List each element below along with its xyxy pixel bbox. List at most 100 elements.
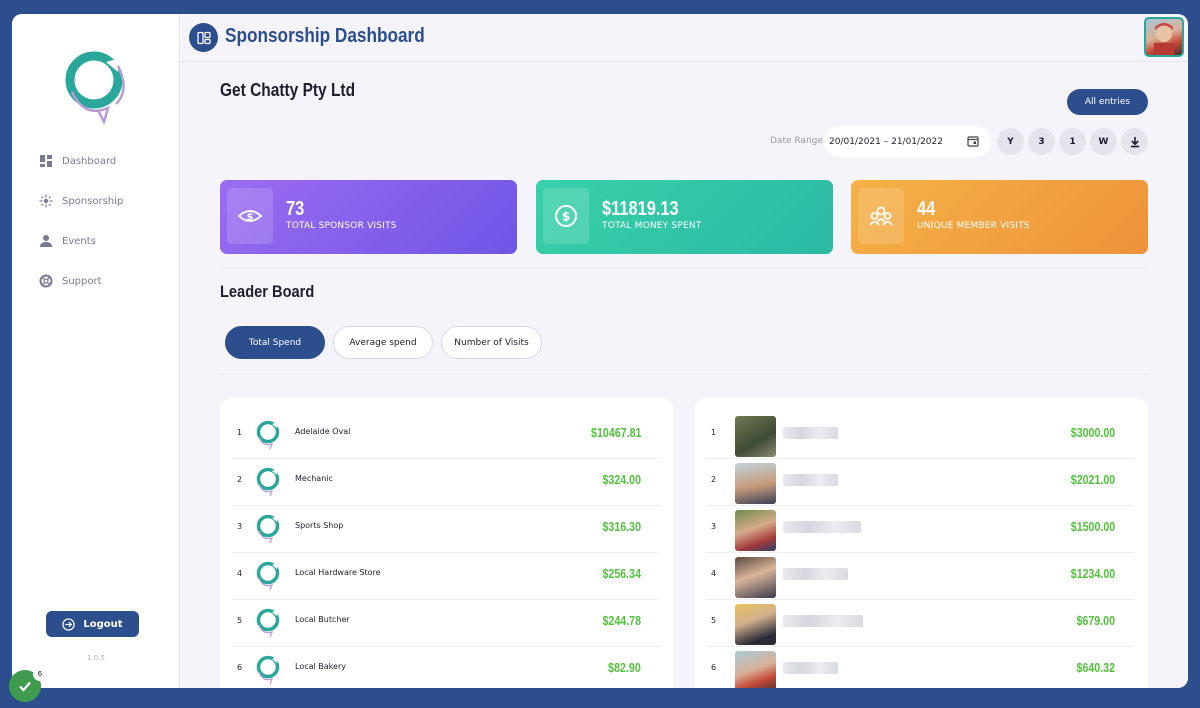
sponsor-name: Mechanic [295,474,333,483]
range-3-months-button[interactable]: 3 [1028,128,1055,155]
tab-total-spend[interactable]: Total Spend [225,326,325,359]
user-avatar[interactable] [1144,17,1184,57]
rank-number: 4 [237,569,243,578]
spend-amount: $82.90 [608,660,641,675]
member-name-redacted [783,662,838,674]
dashboard-toggle-icon[interactable] [189,23,218,52]
rank-number: 3 [711,522,717,531]
check-icon [19,681,31,692]
member-name-redacted [783,615,863,627]
tab-number-of-visits[interactable]: Number of Visits [441,326,542,359]
spend-amount: $10467.81 [590,425,641,440]
stat-card-sponsor-visits: $ 73 TOTAL SPONSOR VISITS [220,180,517,254]
rank-number: 4 [711,569,717,578]
logout-button[interactable]: Logout [46,611,139,637]
list-item[interactable]: 5 $679.00 [706,600,1134,647]
stat-value: 73 [286,198,305,220]
rank-number: 6 [711,663,717,672]
logout-label: Logout [83,618,123,630]
sidebar-item-label: Sponsorship [62,195,124,207]
range-week-button[interactable]: W [1090,128,1117,155]
stat-value: 44 [917,198,936,220]
sidebar: Dashboard Sponsorship Events Support Log… [12,14,180,688]
list-item[interactable]: 6 Local Bakery $82.90 [232,647,660,688]
stat-card-member-visits: 44 UNIQUE MEMBER VISITS [851,180,1148,254]
sponsor-logo [256,608,280,638]
eye-dollar-icon: $ [227,188,273,244]
download-button[interactable] [1121,128,1148,155]
sponsor-name: Local Hardware Store [295,568,381,577]
range-year-button[interactable]: Y [997,128,1024,155]
stat-label: TOTAL MONEY SPENT [602,221,702,231]
stat-value: $11819.13 [602,198,679,220]
sidebar-item-sponsorship[interactable]: Sponsorship [39,194,123,208]
all-entries-button[interactable]: All entries [1067,89,1148,115]
stat-card-money-spent: $ $11819.13 TOTAL MONEY SPENT [536,180,833,254]
rank-number: 6 [237,663,243,672]
notification-count: 6 [33,667,47,681]
sponsor-name: Sports Shop [295,521,344,530]
sponsor-logo [256,655,280,685]
spend-amount: $640.32 [1076,660,1115,675]
list-item[interactable]: 6 $640.32 [706,647,1134,688]
main-content: Sponsorship Dashboard Get Chatty Pty Ltd… [181,14,1188,688]
date-range-input[interactable]: 20/01/2021 – 21/01/2022 [824,126,991,157]
list-item[interactable]: 2 $2021.00 [706,459,1134,506]
svg-text:$: $ [247,212,254,223]
spend-amount: $256.34 [602,566,641,581]
range-1-month-button[interactable]: 1 [1059,128,1086,155]
people-icon [858,188,904,244]
list-item[interactable]: 1 Adelaide Oval $10467.81 [232,412,660,459]
list-item[interactable]: 2 Mechanic $324.00 [232,459,660,506]
page-title: Sponsorship Dashboard [225,25,425,47]
member-leaderboard: 1 $3000.00 2 $2021.00 3 $1500.00 4 $1234… [694,398,1148,688]
notification-check-button[interactable]: 6 [9,667,47,702]
list-item[interactable]: 5 Local Butcher $244.78 [232,600,660,647]
spend-amount: $1234.00 [1070,566,1115,581]
top-bar: Sponsorship Dashboard [181,14,1188,62]
app-logo [65,51,125,124]
spend-amount: $679.00 [1076,613,1115,628]
list-item[interactable]: 3 $1500.00 [706,506,1134,553]
calendar-icon[interactable] [967,135,979,147]
leaderboard-title: Leader Board [220,282,315,301]
list-item[interactable]: 1 $3000.00 [706,412,1134,459]
lifebuoy-icon [39,274,53,288]
stat-label: TOTAL SPONSOR VISITS [286,221,397,231]
sponsor-leaderboard: 1 Adelaide Oval $10467.81 2 Mechanic $32… [220,398,674,688]
spend-amount: $1500.00 [1070,519,1115,534]
list-item[interactable]: 3 Sports Shop $316.30 [232,506,660,553]
date-range-value: 20/01/2021 – 21/01/2022 [829,136,943,147]
member-name-redacted [783,427,838,439]
divider [220,373,1148,374]
member-photo [735,416,776,457]
sidebar-item-events[interactable]: Events [39,234,96,248]
spend-amount: $3000.00 [1070,425,1115,440]
rank-number: 3 [237,522,243,531]
sidebar-item-dashboard[interactable]: Dashboard [39,154,116,168]
rank-number: 1 [237,428,243,437]
app-window: Dashboard Sponsorship Events Support Log… [12,14,1188,688]
spend-amount: $324.00 [602,472,641,487]
list-item[interactable]: 4 $1234.00 [706,553,1134,600]
user-icon [40,235,52,247]
member-name-redacted [783,521,861,533]
sidebar-item-label: Support [62,275,102,287]
sponsor-logo [256,467,280,497]
sponsor-logo [256,514,280,544]
list-item[interactable]: 4 Local Hardware Store $256.34 [232,553,660,600]
sidebar-item-support[interactable]: Support [39,274,102,288]
sponsor-name: Local Butcher [295,615,350,624]
member-photo [735,604,776,645]
rank-number: 5 [237,616,243,625]
spend-amount: $244.78 [602,613,641,628]
spend-amount: $2021.00 [1070,472,1115,487]
rank-number: 2 [237,475,243,484]
rank-number: 1 [711,428,717,437]
member-photo [735,463,776,504]
sponsor-name: Local Bakery [295,662,346,671]
spend-amount: $316.30 [602,519,641,534]
tab-average-spend[interactable]: Average spend [333,326,433,359]
download-icon [1130,136,1139,147]
logout-icon [62,617,76,631]
